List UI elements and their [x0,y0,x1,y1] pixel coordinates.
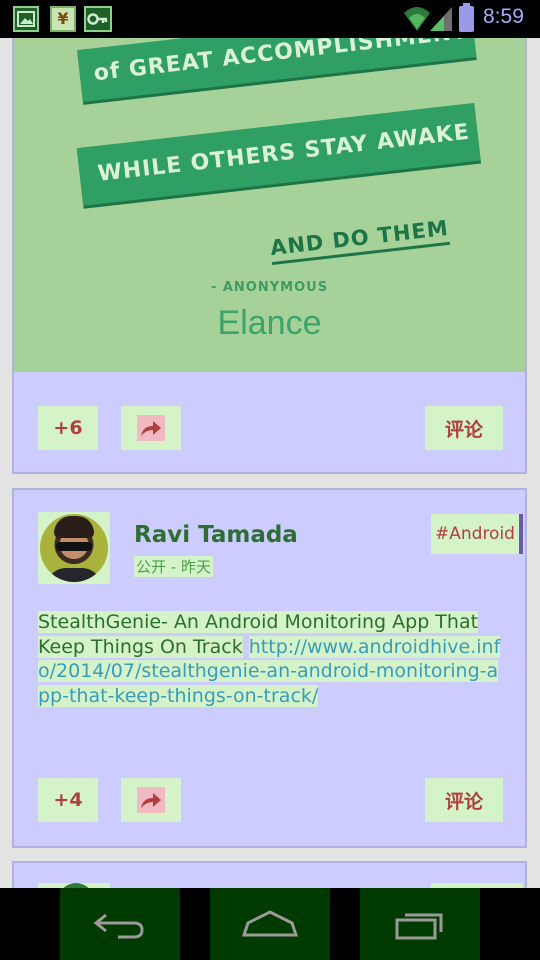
comment-button[interactable]: 评论 [425,406,503,450]
share-button[interactable] [121,778,181,822]
poster-line2: WHILE OTHERS STAY AWAKE [76,102,481,206]
author-name[interactable]: Ravi Tamada [134,522,298,548]
navigation-bar [0,888,540,960]
home-icon [241,910,299,937]
share-icon [137,787,165,813]
post-feed[interactable]: of GREAT ACCOMPLISHMENTS WHILE OTHERS ST… [0,38,540,888]
plus-one-button[interactable]: +4 [38,778,98,822]
post-meta: 公开 - 昨天 [134,556,213,577]
key-icon [84,6,112,32]
poster-attribution: - ANONYMOUS [210,280,329,295]
hashtag-button[interactable]: #Android [431,514,523,554]
home-button[interactable] [210,888,330,960]
poster-line1: of GREAT ACCOMPLISHMENTS [77,38,486,102]
signal-icon [404,7,452,31]
recent-apps-icon [395,913,443,940]
post-image[interactable]: of GREAT ACCOMPLISHMENTS WHILE OTHERS ST… [14,38,525,372]
image-icon [13,6,39,32]
share-button[interactable] [121,406,181,450]
battery-icon [459,3,474,32]
status-bar: ¥ 8:59 [0,0,540,38]
poster-line3: AND DO THEM [268,215,451,266]
post-card: of GREAT ACCOMPLISHMENTS WHILE OTHERS ST… [12,38,527,474]
share-icon [137,415,165,441]
back-button[interactable] [60,888,180,960]
elance-logo: Elance [217,304,322,342]
yen-icon: ¥ [50,6,76,32]
clock: 8:59 [483,5,524,28]
back-icon [93,913,144,939]
recent-apps-button[interactable] [360,888,480,960]
avatar[interactable] [38,512,110,584]
post-card: Ravi Tamada 公开 - 昨天 #Android StealthGeni… [12,488,527,848]
plus-one-button[interactable]: +6 [38,406,98,450]
post-card [12,861,527,888]
comment-button[interactable]: 评论 [425,778,503,822]
post-text: StealthGenie- An Android Monitoring App … [38,610,508,708]
